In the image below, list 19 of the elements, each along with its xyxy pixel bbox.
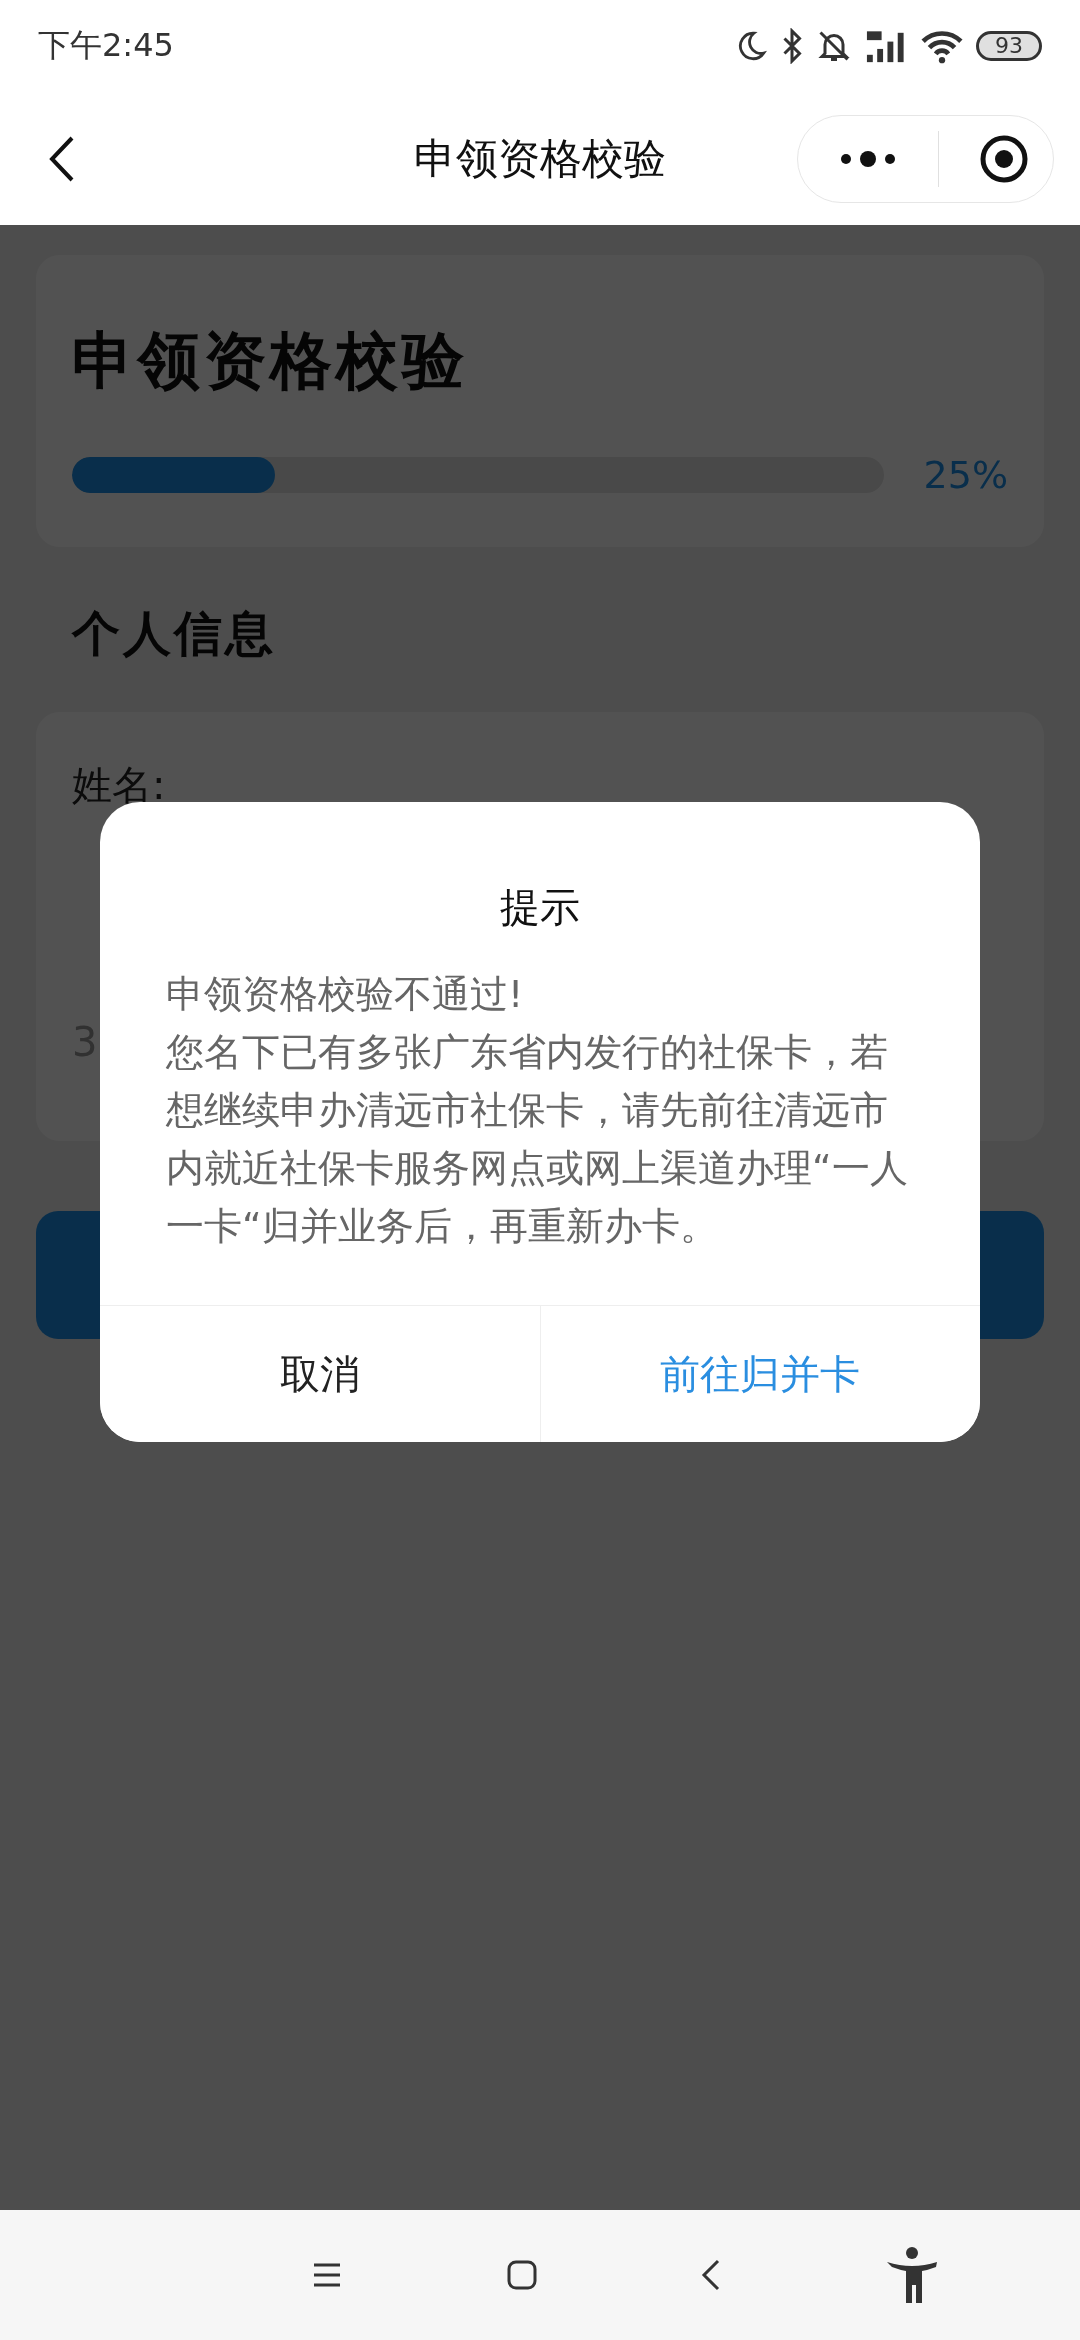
home-icon[interactable] (506, 2260, 537, 2290)
close-icon[interactable] (979, 133, 1029, 184)
battery-indicator: 93 (976, 31, 1042, 61)
section-title: 个人信息 (70, 604, 277, 663)
dialog-message: 您名下已有多张广东省内发行的社保卡，若想继续申办清远市社保卡，请先前往清远市内就近社保卡服务网点或网上渠道办理“一人一卡“归并业务后，再重新办卡。 (166, 1029, 909, 1250)
dialog-message: 申领资格校验不通过! (166, 971, 525, 1018)
field-label: 姓名: (72, 761, 166, 810)
page-title: 申领资格校验 (413, 132, 667, 185)
card-title: 申领资格校验 (72, 323, 469, 399)
progress-reading: 25% (923, 453, 1008, 497)
wifi-icon (920, 28, 964, 64)
bell-off-icon (816, 28, 852, 64)
back-icon[interactable] (701, 2259, 722, 2291)
more-icon[interactable] (838, 148, 898, 169)
bluetooth-icon (780, 28, 804, 64)
status-time: 下午2:45 (38, 25, 174, 66)
menu-icon[interactable] (312, 2262, 343, 2288)
dialog-title: 提示 (499, 883, 581, 932)
accessibility-icon[interactable] (885, 2247, 938, 2303)
